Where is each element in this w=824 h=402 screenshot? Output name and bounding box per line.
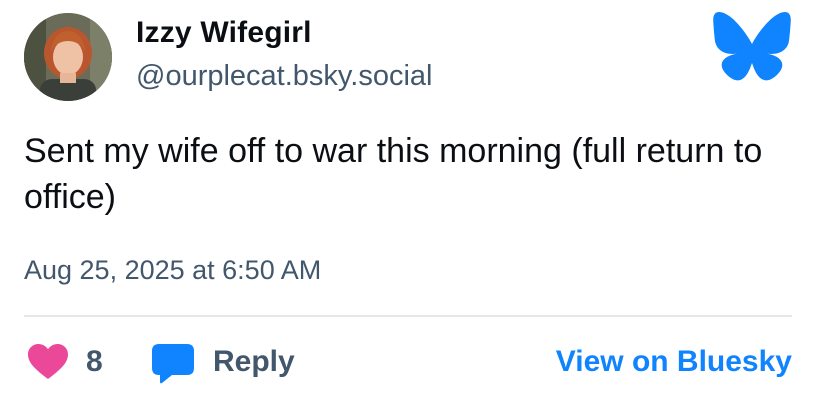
reply-button[interactable]: Reply xyxy=(213,345,295,379)
bluesky-butterfly-icon[interactable] xyxy=(712,10,792,82)
view-on-bluesky-link[interactable]: View on Bluesky xyxy=(556,345,792,379)
divider xyxy=(24,315,792,317)
like-count: 8 xyxy=(86,345,103,378)
post-timestamp[interactable]: Aug 25, 2025 at 6:50 AM xyxy=(24,255,321,286)
bluesky-post-embed: Izzy Wifegirl @ourplecat.bsky.social Sen… xyxy=(0,0,824,402)
avatar[interactable] xyxy=(24,13,112,101)
heart-icon[interactable] xyxy=(28,344,68,380)
author-handle[interactable]: @ourplecat.bsky.social xyxy=(136,60,432,93)
avatar-photo xyxy=(24,13,112,101)
post-text: Sent my wife off to war this morning (fu… xyxy=(24,132,763,216)
speech-bubble-icon[interactable] xyxy=(152,344,194,384)
author-display-name[interactable]: Izzy Wifegirl xyxy=(136,16,312,50)
